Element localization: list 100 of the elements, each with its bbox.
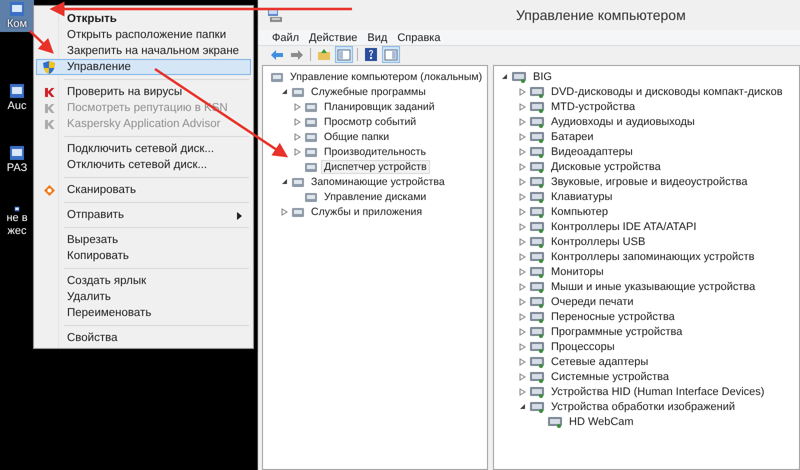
- pane-toggle-button[interactable]: [382, 46, 400, 63]
- tree-item[interactable]: Просмотр событий: [321, 114, 420, 128]
- desktop-icon-label[interactable]: РАЗ: [6, 162, 28, 175]
- menu-bar-item[interactable]: Файл: [272, 32, 300, 44]
- help-button[interactable]: [362, 46, 380, 63]
- tree-item[interactable]: Служебные программы: [308, 84, 429, 98]
- device-icon: [529, 220, 545, 234]
- collapse-arrow-icon[interactable]: [518, 403, 526, 410]
- desktop-file-icon[interactable]: [8, 144, 26, 162]
- expand-arrow-icon[interactable]: [294, 102, 300, 110]
- tree-item[interactable]: Устройства обработки изображений: [548, 400, 738, 414]
- tree-item[interactable]: Управление дисками: [321, 190, 430, 204]
- menu-item[interactable]: Копировать: [36, 248, 251, 264]
- tree-item[interactable]: Контроллеры IDE ATA/ATAPI: [548, 220, 700, 234]
- expand-arrow-icon[interactable]: [518, 148, 526, 156]
- tree-item[interactable]: Производительность: [321, 144, 429, 158]
- tree-item[interactable]: Переносные устройства: [548, 310, 678, 324]
- expand-arrow-icon[interactable]: [518, 268, 526, 276]
- expand-arrow-icon[interactable]: [518, 192, 526, 200]
- tree-item[interactable]: Очереди печати: [548, 294, 637, 308]
- tree-item[interactable]: Процессоры: [548, 340, 618, 354]
- tree-item[interactable]: Звуковые, игровые и видеоустройства: [548, 174, 750, 188]
- menu-item[interactable]: Сканировать: [36, 182, 251, 198]
- menu-item[interactable]: Проверить на вирусы: [36, 84, 251, 100]
- menu-item[interactable]: Открыть: [36, 11, 251, 27]
- collapse-arrow-icon[interactable]: [280, 88, 288, 95]
- tree-item[interactable]: Контроллеры запоминающих устройств: [548, 250, 758, 264]
- menu-item[interactable]: Свойства: [36, 330, 251, 346]
- tree-item[interactable]: Мониторы: [548, 264, 607, 278]
- expand-arrow-icon[interactable]: [518, 178, 526, 186]
- tree-item[interactable]: Общие папки: [321, 130, 392, 144]
- menu-item[interactable]: Создать ярлык: [36, 273, 251, 289]
- tree-item[interactable]: Компьютер: [548, 204, 611, 218]
- menu-item[interactable]: Отправить: [36, 207, 251, 223]
- desktop-file-icon[interactable]: [8, 82, 26, 100]
- expand-arrow-icon[interactable]: [518, 118, 526, 126]
- expand-arrow-icon[interactable]: [518, 282, 526, 290]
- expand-arrow-icon[interactable]: [294, 132, 300, 140]
- tree-item[interactable]: DVD-дисководы и дисководы компакт-дисков: [548, 84, 786, 98]
- expand-arrow-icon[interactable]: [518, 358, 526, 366]
- expand-arrow-icon[interactable]: [518, 88, 526, 96]
- menu-item[interactable]: Открыть расположение папки: [36, 27, 251, 43]
- tree-item[interactable]: Планировщик заданий: [321, 100, 438, 114]
- tree-item[interactable]: Сетевые адаптеры: [548, 354, 652, 368]
- tree-item[interactable]: Дисковые устройства: [548, 160, 664, 174]
- device-icon: [547, 414, 563, 428]
- expand-arrow-icon[interactable]: [518, 102, 526, 110]
- tree-item[interactable]: Диспетчер устройств: [321, 160, 430, 174]
- menu-item[interactable]: Переименовать: [36, 305, 251, 321]
- menu-item[interactable]: Отключить сетевой диск...: [36, 157, 251, 173]
- tree-toggle-button[interactable]: [335, 46, 353, 63]
- expand-arrow-icon[interactable]: [518, 132, 526, 140]
- menu-bar-item[interactable]: Вид: [367, 32, 388, 44]
- tree-item[interactable]: Аудиовходы и аудиовыходы: [548, 114, 698, 128]
- device-icon: [529, 84, 545, 98]
- desktop-icon-label[interactable]: Auc: [8, 100, 26, 113]
- expand-arrow-icon[interactable]: [294, 118, 300, 126]
- menu-bar-item[interactable]: Действие: [309, 32, 358, 44]
- expand-arrow-icon[interactable]: [280, 208, 288, 216]
- tree-item[interactable]: Запоминающие устройства: [308, 174, 448, 188]
- desktop-icon-label[interactable]: не в: [6, 212, 28, 225]
- k-letter-icon: [44, 118, 54, 130]
- expand-arrow-icon[interactable]: [518, 328, 526, 336]
- menu-bar-item[interactable]: Справка: [397, 32, 440, 44]
- tree-item[interactable]: Контроллеры USB: [548, 234, 648, 248]
- expand-arrow-icon[interactable]: [518, 252, 526, 260]
- expand-arrow-icon[interactable]: [518, 312, 526, 320]
- k-letter-icon: [44, 102, 54, 114]
- menu-item[interactable]: Вырезать: [36, 232, 251, 248]
- desktop-icon-label[interactable]: жес: [8, 225, 26, 238]
- menu-item[interactable]: Удалить: [36, 289, 251, 305]
- expand-arrow-icon[interactable]: [518, 372, 526, 380]
- menu-item[interactable]: Подключить сетевой диск...: [36, 141, 251, 157]
- expand-arrow-icon[interactable]: [518, 208, 526, 216]
- tree-item[interactable]: Службы и приложения: [308, 204, 426, 218]
- expand-arrow-icon[interactable]: [518, 342, 526, 350]
- expand-arrow-icon[interactable]: [518, 388, 526, 396]
- tree-item[interactable]: Батареи: [548, 130, 597, 144]
- expand-arrow-icon[interactable]: [518, 162, 526, 170]
- collapse-arrow-icon[interactable]: [280, 178, 288, 185]
- expand-arrow-icon[interactable]: [518, 298, 526, 306]
- menu-item[interactable]: Закрепить на начальном экране: [36, 43, 251, 59]
- expand-arrow-icon[interactable]: [518, 238, 526, 246]
- expand-arrow-icon[interactable]: [294, 148, 300, 156]
- device-icon: [529, 174, 545, 188]
- tree-item[interactable]: Мыши и иные указывающие устройства: [548, 280, 758, 294]
- tree-item[interactable]: Видеоадаптеры: [548, 144, 636, 158]
- tree-item[interactable]: Устройства HID (Human Interface Devices): [548, 384, 768, 398]
- collapse-arrow-icon[interactable]: [500, 73, 508, 80]
- menu-item[interactable]: Управление: [36, 59, 251, 75]
- device-icon: [529, 190, 545, 204]
- expand-arrow-icon[interactable]: [518, 222, 526, 230]
- tree-item[interactable]: Системные устройства: [548, 370, 672, 384]
- tree-item[interactable]: Клавиатуры: [548, 190, 616, 204]
- tree-item[interactable]: Программные устройства: [548, 324, 686, 338]
- tree-item[interactable]: BIG: [530, 70, 555, 84]
- tree-item[interactable]: Управление компьютером (локальным): [287, 70, 486, 84]
- device-icon: [529, 234, 545, 248]
- tree-item[interactable]: MTD-устройства: [548, 100, 638, 114]
- tree-item[interactable]: HD WebCam: [566, 414, 637, 428]
